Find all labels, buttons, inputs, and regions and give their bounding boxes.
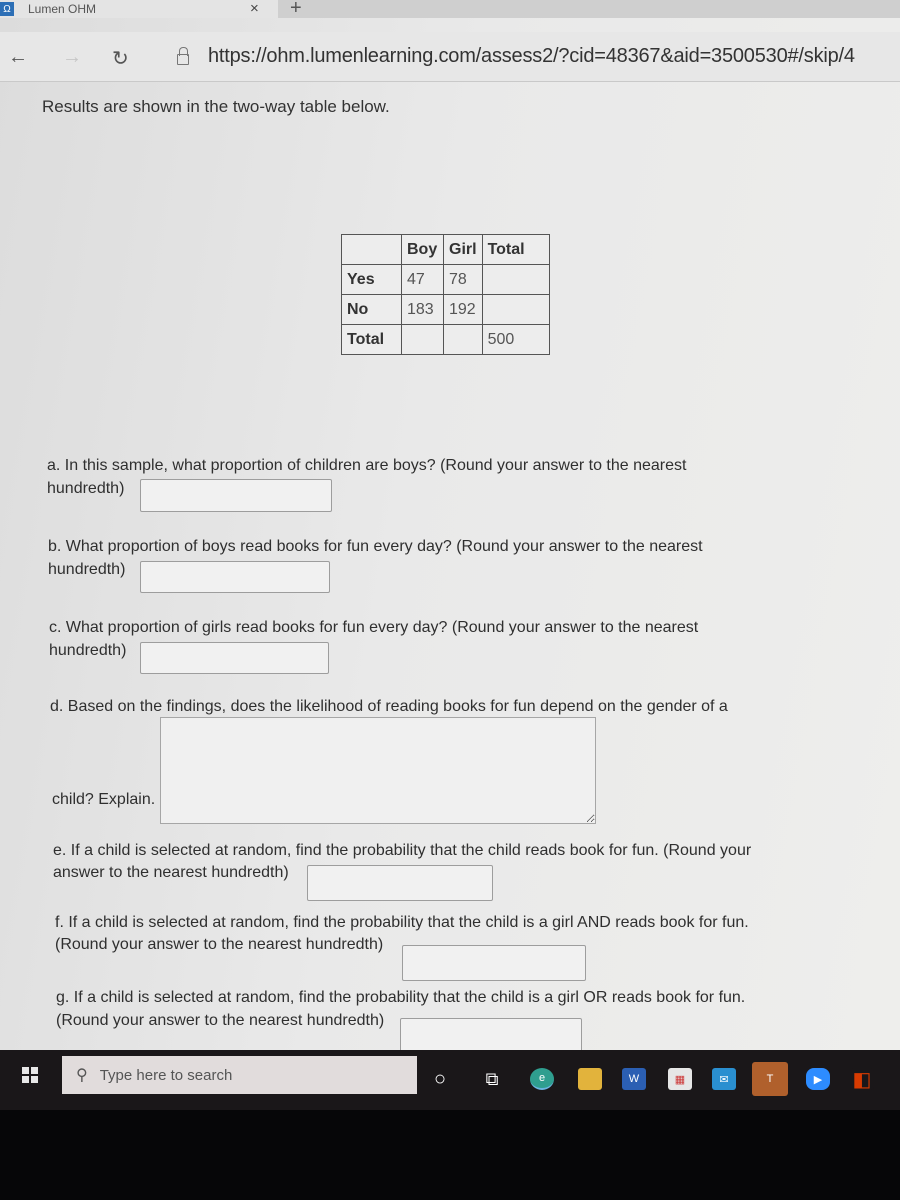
mail-icon[interactable]: ✉: [712, 1068, 736, 1090]
question-d-text: d. Based on the findings, does the likel…: [50, 698, 728, 715]
question-a-label: hundredth): [47, 480, 125, 497]
monitor-bezel: [0, 1110, 900, 1200]
close-tab-icon[interactable]: ×: [250, 0, 259, 17]
question-e-label: answer to the nearest hundredth): [53, 864, 289, 881]
windows-start-icon[interactable]: [12, 1060, 48, 1090]
table-header-cell: Total: [481, 234, 550, 265]
question-a-text: a. In this sample, what proportion of ch…: [47, 457, 687, 474]
cortana-icon[interactable]: ○: [428, 1068, 452, 1090]
search-placeholder: Type here to search: [99, 1066, 233, 1084]
table-cell: 78: [443, 264, 483, 295]
table-row: Total 500: [341, 324, 550, 355]
url-field[interactable]: https://ohm.lumenlearning.com/assess2/?c…: [208, 45, 855, 68]
question-b-label: hundredth): [48, 561, 126, 578]
new-tab-button[interactable]: +: [290, 0, 302, 20]
table-cell: 500: [481, 324, 550, 355]
table-row: No 183 192: [341, 294, 550, 325]
table-cell: [401, 324, 444, 355]
table-cell: 47: [401, 264, 444, 295]
answer-f-input[interactable]: [402, 945, 586, 981]
intro-text: Results are shown in the two-way table b…: [42, 97, 390, 116]
back-icon[interactable]: ←: [8, 46, 28, 69]
question-f-label: (Round your answer to the nearest hundre…: [55, 936, 384, 953]
address-bar-row: ← → ↻ https://ohm.lumenlearning.com/asse…: [0, 32, 900, 82]
file-explorer-icon[interactable]: [578, 1068, 602, 1090]
row-label: No: [341, 294, 402, 325]
office-icon[interactable]: ◧: [850, 1068, 874, 1091]
two-way-table: Boy Girl Total Yes 47 78 No 183 192 Tota…: [341, 234, 550, 355]
answer-c-input[interactable]: [140, 642, 329, 674]
tab-strip: Ω Lumen OHM × +: [0, 0, 900, 20]
question-c-text: c. What proportion of girls read books f…: [49, 619, 699, 636]
browser-window: Ω Lumen OHM × + ← → ↻ https://ohm.lumenl…: [0, 0, 900, 1060]
table-cell: 192: [443, 294, 483, 325]
answer-g-input[interactable]: [400, 1018, 582, 1054]
table-cell: [481, 294, 550, 325]
table-header-row: Boy Girl Total: [341, 234, 550, 265]
answer-e-input[interactable]: [307, 865, 493, 901]
table-row: Yes 47 78: [341, 264, 550, 295]
search-icon: ⚲: [76, 1067, 88, 1084]
answer-d-textarea[interactable]: [160, 717, 596, 824]
taskbar-search-box[interactable]: ⚲ Type here to search: [62, 1056, 417, 1094]
table-header-cell: Boy: [401, 234, 444, 265]
answer-b-input[interactable]: [140, 561, 330, 593]
forward-icon[interactable]: →: [62, 46, 82, 69]
row-label: Yes: [341, 264, 402, 295]
browser-tab[interactable]: Ω Lumen OHM ×: [0, 0, 278, 18]
lock-icon: [177, 47, 189, 65]
table-header-cell: [341, 234, 402, 265]
question-d-label: child? Explain.: [52, 791, 156, 808]
question-e-text: e. If a child is selected at random, fin…: [53, 842, 752, 859]
table-header-cell: Girl: [443, 234, 483, 265]
word-icon[interactable]: W: [622, 1068, 646, 1090]
table-cell: [443, 324, 483, 355]
question-f-text: f. If a child is selected at random, fin…: [55, 914, 749, 931]
question-g-label: (Round your answer to the nearest hundre…: [56, 1012, 385, 1029]
lumen-favicon-icon: Ω: [0, 2, 14, 16]
teams-icon[interactable]: T: [752, 1062, 788, 1096]
table-cell: 183: [401, 294, 444, 325]
store-icon[interactable]: ▦: [668, 1068, 692, 1090]
task-view-icon[interactable]: ⧉: [480, 1068, 504, 1090]
question-c-label: hundredth): [49, 642, 127, 659]
reload-icon[interactable]: ↻: [112, 46, 129, 71]
answer-a-input[interactable]: [140, 479, 332, 512]
tab-title: Lumen OHM: [28, 2, 97, 16]
row-label: Total: [341, 324, 402, 355]
question-b-text: b. What proportion of boys read books fo…: [48, 538, 703, 555]
table-cell: [481, 264, 550, 295]
question-g-text: g. If a child is selected at random, fin…: [56, 989, 746, 1006]
edge-icon[interactable]: e: [530, 1068, 554, 1090]
windows-taskbar: ⚲ Type here to search ○ ⧉ e W ▦ ✉ T ▶ ◧: [0, 1050, 900, 1110]
zoom-icon[interactable]: ▶: [806, 1068, 830, 1090]
